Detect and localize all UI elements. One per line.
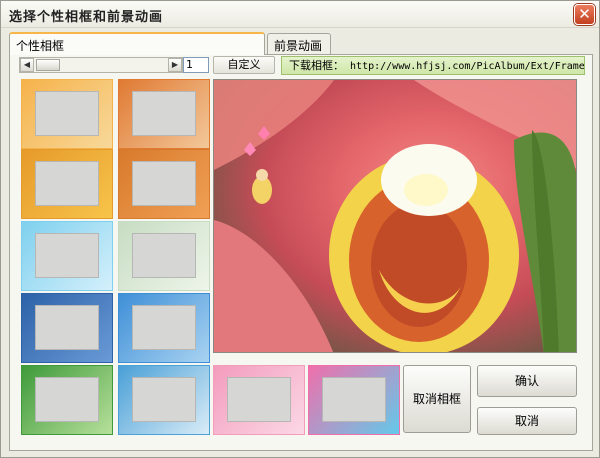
pink-lace-frame-thumbnail[interactable] <box>213 365 305 435</box>
pink-cartoon-frame-thumbnail[interactable] <box>308 365 400 435</box>
scroll-thumb[interactable] <box>36 59 60 71</box>
cancel-button[interactable]: 取消 <box>477 407 577 435</box>
orange-cartoon-frame-thumbnail[interactable] <box>118 79 210 149</box>
thumbnail-photo-area <box>131 90 197 136</box>
scroll-right-arrow-icon[interactable]: ▶ <box>168 58 182 72</box>
autumn-tree-frame-thumbnail[interactable] <box>118 149 210 219</box>
thumbnail-photo-area <box>131 376 197 422</box>
thumbnail-photo-area <box>34 376 100 422</box>
photo-preview <box>213 79 577 353</box>
thumbnail-photo-area <box>131 160 197 206</box>
tab-personal-frame[interactable]: 个性相框 <box>9 32 265 55</box>
page-number-input[interactable]: 1 <box>183 57 209 73</box>
thumbnail-photo-area <box>131 232 197 278</box>
thumbnail-photo-area <box>34 160 100 206</box>
autumn-leaves-frame-thumbnail[interactable] <box>21 149 113 219</box>
dialog-window: 选择个性相框和前景动画 ✕ 个性相框 前景动画 ◀ ▶ 1 自定义 下载相框： … <box>0 0 600 458</box>
windmill-frame-thumbnail[interactable] <box>118 365 210 435</box>
download-url[interactable]: http://www.hfjsj.com/PicAlbum/Ext/Frame.… <box>350 61 584 72</box>
green-garden-frame-thumbnail[interactable] <box>21 365 113 435</box>
orange-floral-frame-thumbnail[interactable] <box>21 79 113 149</box>
ok-button[interactable]: 确认 <box>477 365 577 397</box>
cancel-frame-button[interactable]: 取消相框 <box>403 365 471 433</box>
custom-button[interactable]: 自定义 <box>213 56 275 74</box>
title-bar[interactable]: 选择个性相框和前景动画 ✕ <box>1 1 599 28</box>
thumbnail-photo-area <box>34 90 100 136</box>
thumbnail-photo-area <box>131 304 197 350</box>
download-label: 下载相框： <box>289 59 344 72</box>
scroll-left-arrow-icon[interactable]: ◀ <box>20 58 34 72</box>
night-sky-frame-thumbnail[interactable] <box>21 293 113 363</box>
blue-sky-frame-thumbnail[interactable] <box>118 293 210 363</box>
light-blue-frame-thumbnail[interactable] <box>21 221 113 291</box>
thumbnail-photo-area <box>34 232 100 278</box>
tab-foreground-animation[interactable]: 前景动画 <box>267 33 331 54</box>
thumbnail-photo-area <box>226 376 292 422</box>
thumbnail-photo-area <box>34 304 100 350</box>
thumbnail-photo-area <box>321 376 387 422</box>
thumbnail-scrollbar[interactable]: ◀ ▶ <box>19 57 183 73</box>
window-title: 选择个性相框和前景动画 <box>9 10 164 25</box>
birthday-kids-frame-thumbnail[interactable] <box>118 221 210 291</box>
close-button[interactable]: ✕ <box>574 4 595 25</box>
download-frame-link[interactable]: 下载相框： http://www.hfjsj.com/PicAlbum/Ext/… <box>281 56 585 75</box>
flower-photo <box>214 80 576 352</box>
